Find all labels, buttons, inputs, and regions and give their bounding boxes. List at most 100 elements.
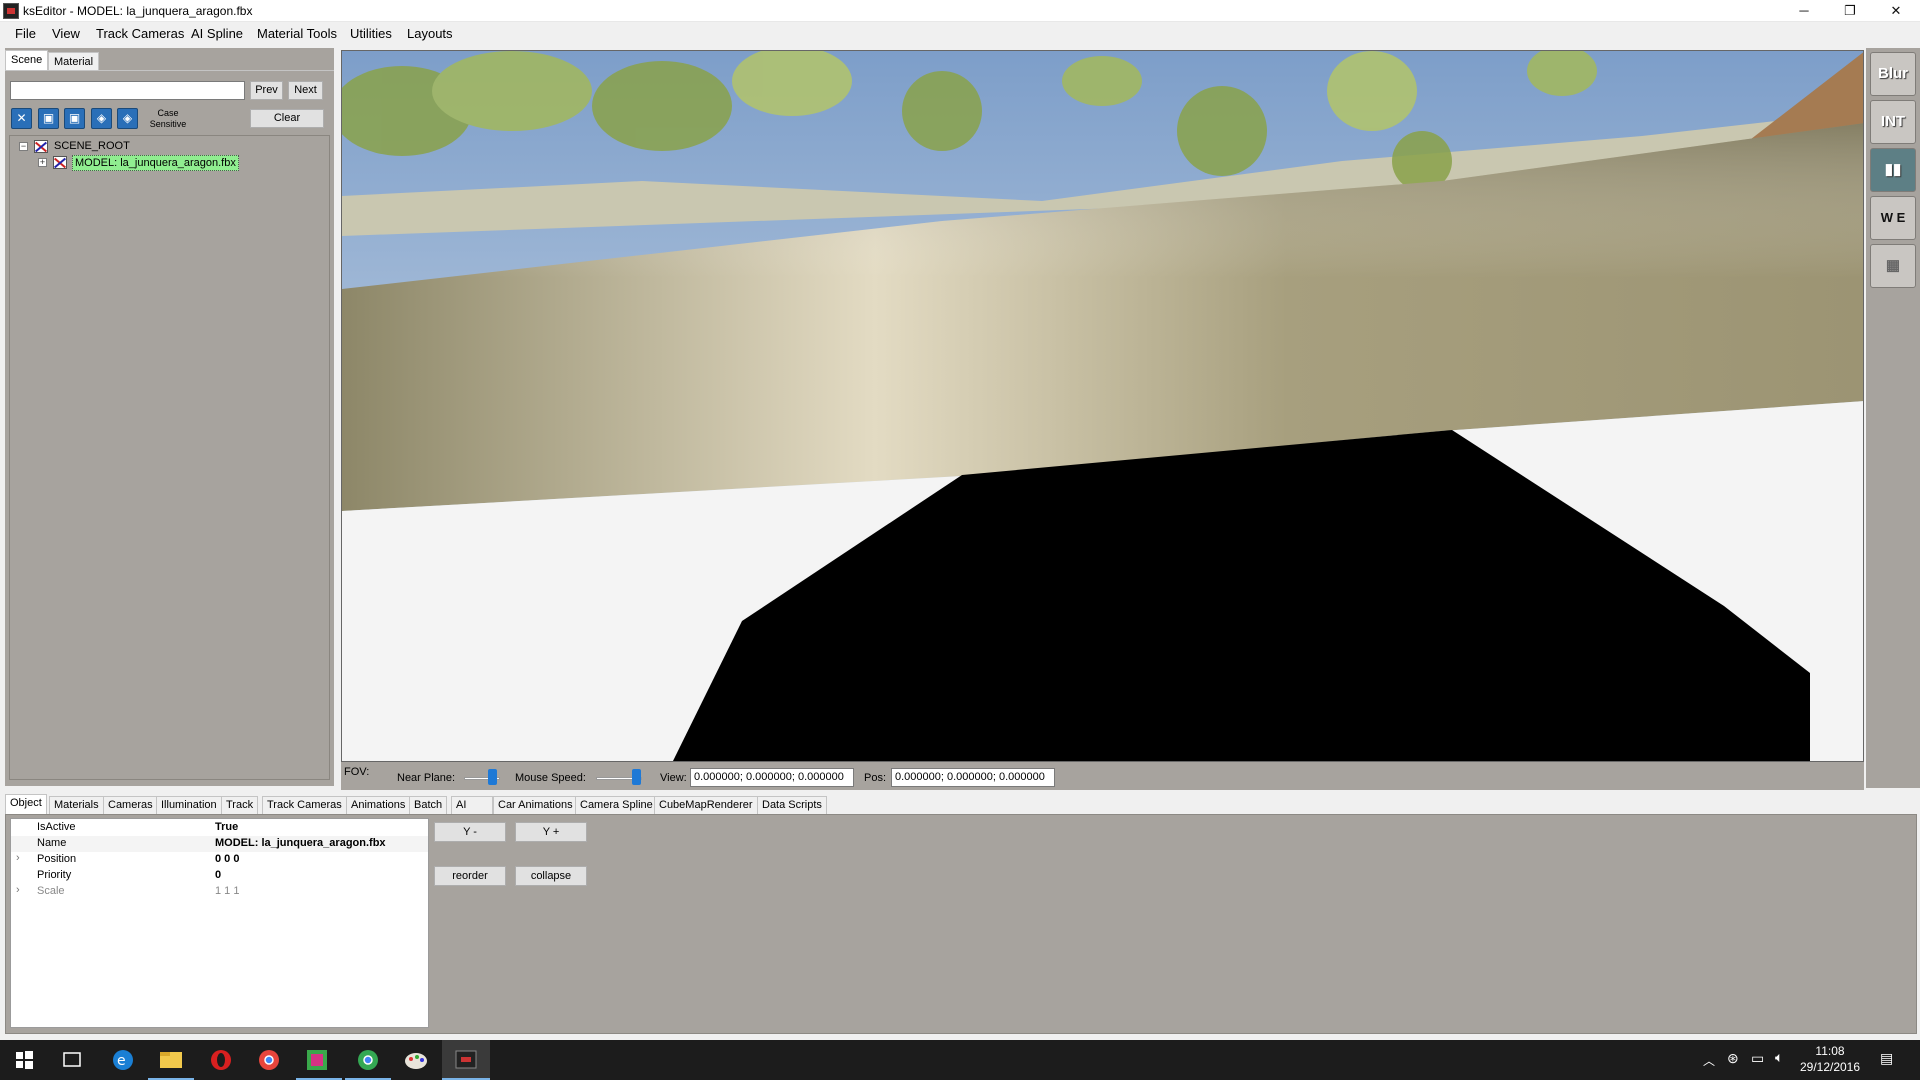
near-plane-slider-thumb[interactable] bbox=[488, 769, 497, 785]
property-value: 1 1 1 bbox=[215, 885, 240, 897]
case-label-line2: Sensitive bbox=[149, 119, 187, 129]
expand-chevron-icon[interactable]: › bbox=[16, 884, 20, 896]
y-plus-button[interactable]: Y + bbox=[515, 822, 587, 842]
menu-track-cameras[interactable]: Track Cameras bbox=[96, 26, 184, 41]
tab-divider bbox=[5, 70, 334, 71]
reorder-button[interactable]: reorder bbox=[434, 866, 506, 886]
tree-collapse-toggle[interactable]: − bbox=[19, 142, 28, 151]
clock[interactable]: 11:08 29/12/2016 bbox=[1795, 1043, 1865, 1075]
chevron-up-icon[interactable]: ︿ bbox=[1703, 1052, 1715, 1069]
3d-viewport[interactable] bbox=[341, 50, 1864, 762]
cube-filter-2-icon[interactable]: ▣ bbox=[64, 108, 85, 129]
opera-icon[interactable] bbox=[211, 1050, 231, 1070]
property-grid[interactable]: IsActive True Name MODEL: la_junquera_ar… bbox=[10, 818, 429, 1028]
tab-track[interactable]: Track bbox=[221, 796, 259, 814]
property-name: Position bbox=[37, 853, 77, 865]
edge-icon[interactable]: e bbox=[113, 1050, 133, 1070]
tab-illumination[interactable]: Illumination bbox=[156, 796, 222, 814]
cube-filter-3-icon[interactable]: ◈ bbox=[91, 108, 112, 129]
tab-track-cameras[interactable]: Track Cameras bbox=[262, 796, 347, 814]
pos-label: Pos: bbox=[864, 772, 887, 784]
app-green-icon[interactable] bbox=[296, 1050, 342, 1080]
int-hr-lr-button[interactable]: INT bbox=[1870, 100, 1916, 144]
case-sensitive-toggle[interactable]: Case Sensitive bbox=[148, 108, 188, 130]
taskbar-icons: e bbox=[16, 1040, 490, 1080]
chrome-icon[interactable] bbox=[259, 1050, 279, 1070]
notification-icon[interactable]: ▤ bbox=[1880, 1050, 1893, 1067]
view-toolbar: Blur INT ▮▮ W E ▦ bbox=[1866, 48, 1920, 788]
tab-material[interactable]: Material bbox=[48, 52, 100, 71]
file-explorer-icon[interactable] bbox=[148, 1052, 194, 1080]
cube-filter-icon[interactable]: ▣ bbox=[38, 108, 59, 129]
viewport-scene bbox=[342, 51, 1863, 761]
expand-chevron-icon[interactable]: › bbox=[16, 852, 20, 864]
menu-ai-spline[interactable]: AI Spline bbox=[191, 26, 243, 41]
kseditor-icon[interactable] bbox=[442, 1040, 490, 1080]
tab-camera-spline[interactable]: Camera Spline bbox=[575, 796, 658, 814]
menu-material-tools[interactable]: Material Tools bbox=[257, 26, 337, 41]
clock-date: 29/12/2016 bbox=[1799, 1060, 1861, 1074]
property-row[interactable]: › Position 0 0 0 bbox=[11, 852, 428, 868]
tree-expand-toggle[interactable]: + bbox=[38, 158, 47, 167]
property-row[interactable]: IsActive True bbox=[11, 820, 428, 836]
chrome-variant-icon[interactable] bbox=[345, 1050, 391, 1080]
property-name: Priority bbox=[37, 869, 72, 881]
tab-batch[interactable]: Batch bbox=[409, 796, 448, 814]
property-value[interactable]: 0 0 0 bbox=[215, 853, 239, 865]
property-name: Name bbox=[37, 837, 67, 849]
tab-car-animations[interactable]: Car Animations bbox=[493, 796, 578, 814]
y-minus-button[interactable]: Y - bbox=[434, 822, 506, 842]
wind-we-button[interactable]: W E bbox=[1870, 196, 1916, 240]
tree-node-model[interactable]: MODEL: la_junquera_aragon.fbx bbox=[72, 155, 239, 171]
blur-button[interactable]: Blur bbox=[1870, 52, 1916, 96]
task-view-icon[interactable] bbox=[63, 1052, 81, 1067]
volume-icon[interactable]: 🔈︎ bbox=[1775, 1049, 1783, 1066]
panels-button[interactable]: ▮▮ bbox=[1870, 148, 1916, 192]
clear-button[interactable]: Clear bbox=[250, 109, 324, 128]
x-filter-icon[interactable]: ✕ bbox=[11, 108, 32, 129]
app-icon bbox=[3, 3, 19, 19]
case-label-line1: Case bbox=[157, 108, 179, 118]
tab-cubemaprenderer[interactable]: CubeMapRenderer bbox=[654, 796, 758, 814]
restore-button[interactable]: ❐ bbox=[1827, 0, 1873, 22]
collapse-button[interactable]: collapse bbox=[515, 866, 587, 886]
property-name: IsActive bbox=[37, 821, 76, 833]
property-row[interactable]: Name MODEL: la_junquera_aragon.fbx bbox=[11, 836, 428, 852]
network-icon[interactable]: ▭ bbox=[1751, 1050, 1764, 1067]
menu-utilities[interactable]: Utilities bbox=[350, 26, 392, 41]
near-plane-label: Near Plane: bbox=[397, 772, 456, 784]
menu-view[interactable]: View bbox=[52, 26, 80, 41]
windows-start-icon[interactable] bbox=[16, 1051, 33, 1069]
menu-bar: File View Track Cameras AI Spline Materi… bbox=[0, 23, 1920, 45]
tab-animations[interactable]: Animations bbox=[346, 796, 411, 814]
mouse-speed-slider-thumb[interactable] bbox=[632, 769, 641, 785]
tab-object[interactable]: Object bbox=[5, 794, 47, 814]
prev-button[interactable]: Prev bbox=[250, 81, 283, 100]
tab-cameras[interactable]: Cameras bbox=[103, 796, 158, 814]
tab-ai[interactable]: AI bbox=[451, 796, 493, 814]
scene-root-icon bbox=[34, 140, 48, 153]
property-value[interactable]: True bbox=[215, 821, 238, 833]
tab-data-scripts[interactable]: Data Scripts bbox=[757, 796, 827, 814]
close-button[interactable]: ✕ bbox=[1873, 0, 1919, 22]
menu-layouts[interactable]: Layouts bbox=[407, 26, 453, 41]
scene-search-input[interactable] bbox=[10, 81, 245, 100]
steam-icon[interactable]: ⊛ bbox=[1727, 1050, 1739, 1067]
tree-node-scene-root[interactable]: SCENE_ROOT bbox=[54, 140, 130, 152]
tab-materials[interactable]: Materials bbox=[49, 796, 104, 814]
next-button[interactable]: Next bbox=[288, 81, 323, 100]
minimize-button[interactable]: ─ bbox=[1781, 0, 1827, 22]
property-row[interactable]: › Scale 1 1 1 bbox=[11, 884, 428, 900]
property-row[interactable]: Priority 0 bbox=[11, 868, 428, 884]
menu-file[interactable]: File bbox=[15, 26, 36, 41]
pos-field[interactable]: 0.000000; 0.000000; 0.000000 bbox=[891, 768, 1055, 787]
grid-button[interactable]: ▦ bbox=[1870, 244, 1916, 288]
property-value[interactable]: 0 bbox=[215, 869, 221, 881]
tab-scene[interactable]: Scene bbox=[5, 50, 49, 71]
view-field[interactable]: 0.000000; 0.000000; 0.000000 bbox=[690, 768, 854, 787]
paint-icon[interactable] bbox=[405, 1053, 427, 1069]
svg-text:e: e bbox=[117, 1053, 126, 1069]
cube-filter-4-icon[interactable]: ◈ bbox=[117, 108, 138, 129]
property-name: Scale bbox=[37, 885, 65, 897]
property-value[interactable]: MODEL: la_junquera_aragon.fbx bbox=[215, 837, 386, 849]
